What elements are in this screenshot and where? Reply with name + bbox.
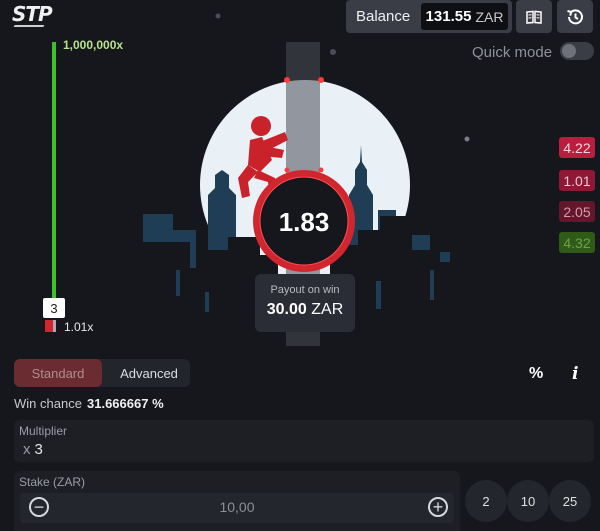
ladder-base-red — [45, 320, 53, 332]
stake-preset-button[interactable]: 2 — [465, 480, 507, 522]
payout-label: Payout on win — [270, 284, 340, 296]
info-icon[interactable]: i — [572, 364, 578, 384]
stake-label: Stake (ZAR) — [19, 475, 86, 489]
history-item[interactable]: 4.22 — [559, 137, 595, 158]
tower-light — [318, 77, 324, 83]
star — [330, 49, 336, 55]
history-item[interactable]: 2.05 — [559, 201, 595, 222]
tab-standard[interactable]: Standard — [14, 359, 102, 387]
win-chance-value: 31.666667 % — [87, 396, 164, 411]
multiplier-prefix: x — [23, 441, 31, 458]
current-multiplier: 1.83 — [279, 207, 330, 237]
win-chance-label: Win chance — [14, 396, 82, 411]
stake-input[interactable]: 10,00 — [20, 499, 454, 515]
percent-icon[interactable]: % — [529, 365, 543, 383]
payout-value: 30.00 — [266, 301, 307, 318]
history-item[interactable]: 1.01 — [559, 170, 595, 191]
multiplier-field[interactable] — [14, 420, 594, 462]
multiplier-ladder — [52, 42, 56, 302]
star — [215, 13, 221, 19]
stake-decrease-button[interactable]: − — [29, 497, 49, 517]
ladder-max-label: 1,000,000x — [63, 38, 124, 52]
minus-icon: − — [33, 497, 45, 517]
stake-increase-button[interactable]: + — [428, 497, 448, 517]
payout-currency: ZAR — [311, 301, 344, 318]
history-item[interactable]: 4.32 — [559, 232, 595, 253]
stake-preset-button[interactable]: 25 — [549, 480, 591, 522]
tower-light — [284, 77, 290, 83]
star — [464, 136, 470, 142]
multiplier-input[interactable]: 3 — [35, 441, 43, 458]
tower-light — [284, 167, 290, 173]
plus-icon: + — [432, 497, 444, 517]
tower-light — [318, 167, 324, 173]
tab-advanced[interactable]: Advanced — [108, 359, 190, 387]
payout-value-row: 30.00 ZAR — [255, 301, 355, 319]
ladder-min-label: 1.01x — [64, 320, 94, 334]
ladder-current-marker: 3 — [43, 298, 65, 318]
multiplier-value-row[interactable]: x3 — [23, 441, 43, 458]
multiplier-label: Multiplier — [19, 424, 68, 438]
stake-preset-button[interactable]: 10 — [507, 480, 549, 522]
ladder-base-grey — [53, 320, 56, 332]
